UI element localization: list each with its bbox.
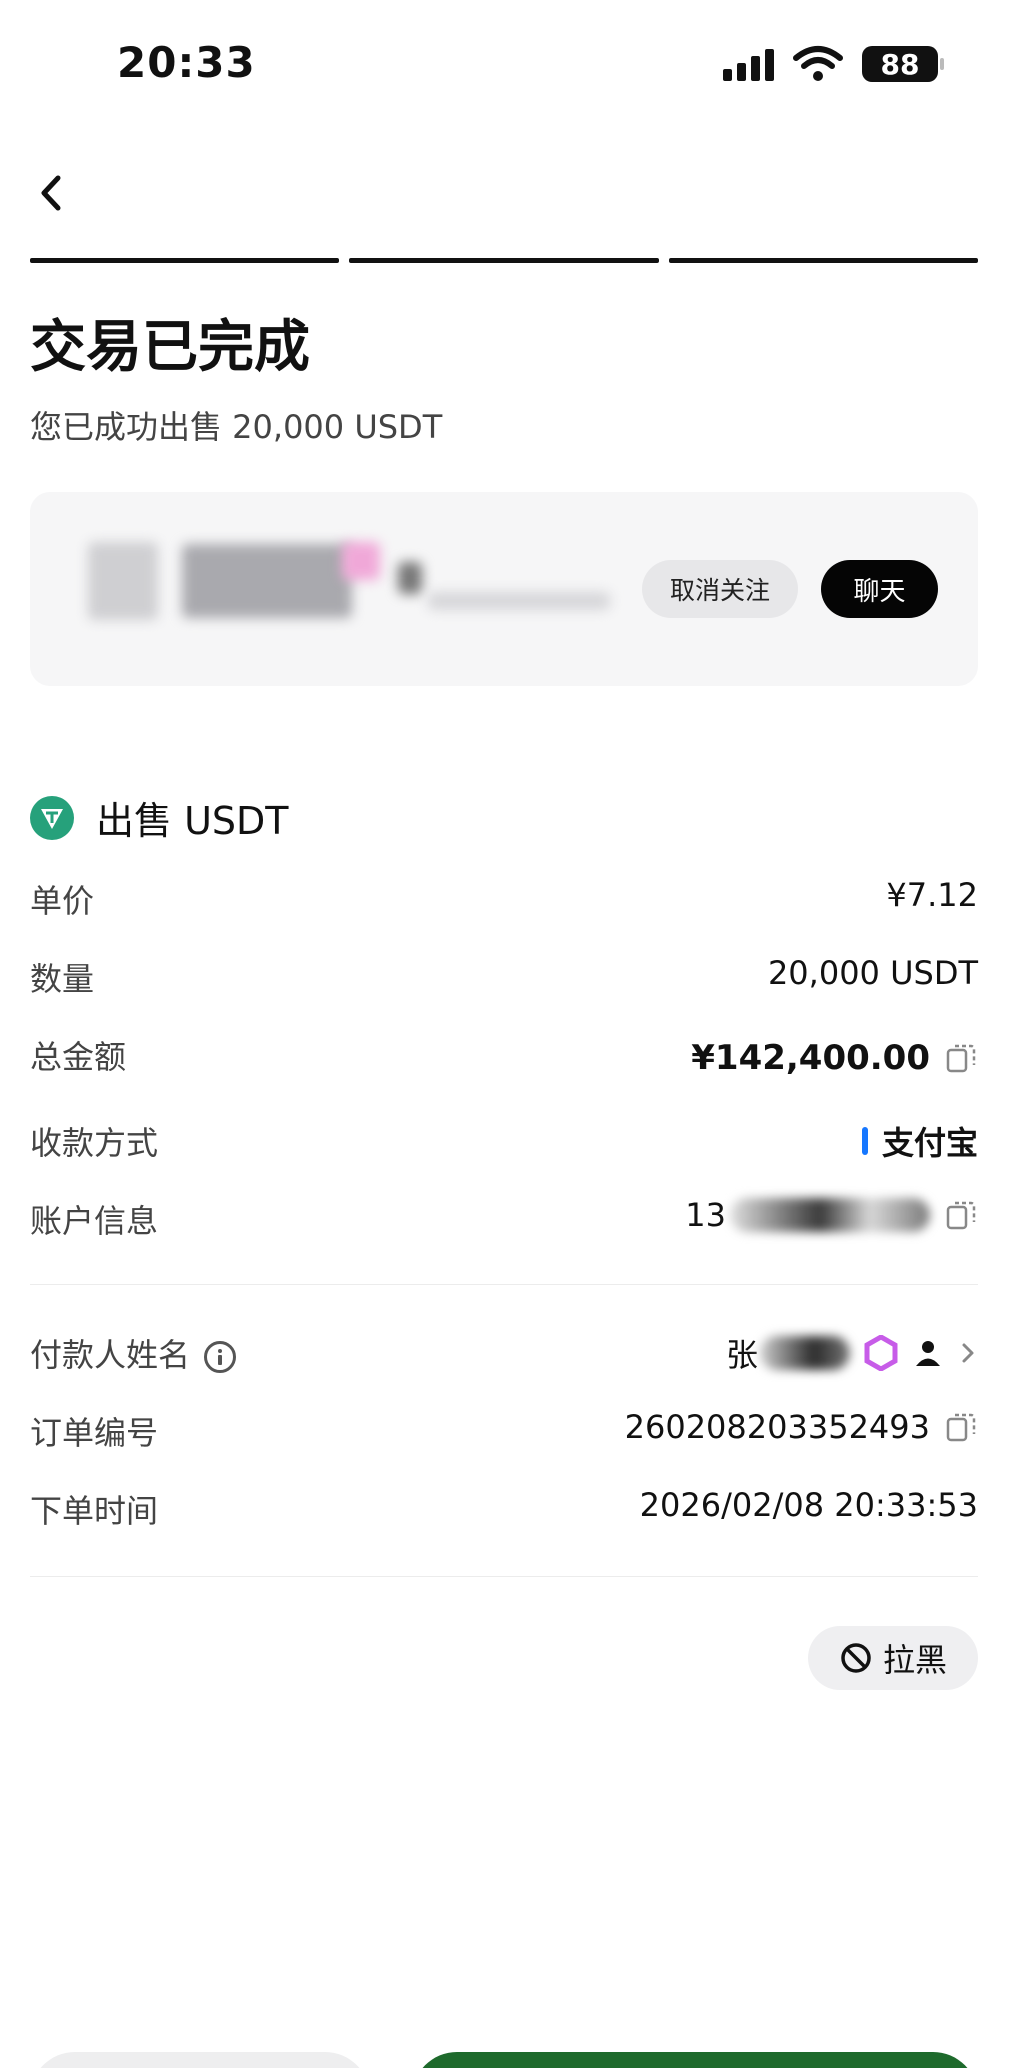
account-number-obscured — [730, 1198, 930, 1232]
wifi-icon — [793, 46, 843, 81]
status-bar: 20:33 88 — [0, 0, 1014, 130]
payment-method-value: 支付宝 — [861, 1118, 978, 1164]
back-arrow-icon[interactable] — [32, 168, 72, 218]
copy-icon[interactable] — [944, 1041, 978, 1075]
block-icon — [841, 1643, 871, 1673]
order-time-value: 2026/02/08 20:33:53 — [640, 1486, 978, 1524]
order-section-header: 出售 USDT — [30, 790, 289, 845]
cellular-signal-icon — [723, 47, 774, 81]
chat-button[interactable]: 聊天 — [821, 560, 938, 618]
verified-badge-icon — [864, 1335, 898, 1371]
status-icons: 88 — [723, 44, 944, 84]
section-divider — [30, 1576, 978, 1577]
payment-method-text: 支付宝 — [881, 1124, 978, 1162]
secondary-action-button[interactable] — [30, 2052, 370, 2068]
payer-name-obscured — [760, 1336, 850, 1370]
order-number-row: 订单编号 260208203352493 — [30, 1408, 978, 1458]
alipay-indicator-icon — [861, 1127, 868, 1155]
counterparty-card[interactable]: 取消关注 聊天 — [30, 492, 978, 686]
status-time: 20:33 — [117, 38, 256, 87]
unfollow-button[interactable]: 取消关注 — [642, 560, 798, 618]
account-info-row: 账户信息 13 — [30, 1196, 978, 1246]
progress-step — [349, 258, 659, 263]
chevron-right-icon — [962, 1343, 974, 1363]
quantity-text: 20,000 USDT — [767, 954, 978, 992]
primary-action-button[interactable] — [412, 2052, 978, 2068]
merchant-name-obscured — [182, 544, 352, 618]
payment-method-row: 收款方式 支付宝 — [30, 1118, 978, 1168]
copy-icon[interactable] — [944, 1198, 978, 1232]
unit-price-label: 单价 — [30, 882, 95, 920]
page-title: 交易已完成 — [30, 315, 310, 380]
total-amount-value: ¥142,400.00 — [691, 1038, 978, 1078]
payer-name-value: 张 — [726, 1330, 978, 1376]
payment-method-label: 收款方式 — [30, 1124, 159, 1162]
user-icon — [916, 1341, 940, 1366]
order-number-value: 260208203352493 — [625, 1408, 978, 1446]
order-time-text: 2026/02/08 20:33:53 — [639, 1486, 978, 1524]
progress-step — [30, 258, 340, 263]
quantity-value: 20,000 USDT — [768, 954, 978, 992]
unit-price-row: 单价 ¥7.12 — [30, 876, 978, 926]
order-section-title: 出售 USDT — [96, 799, 289, 843]
quantity-row: 数量 20,000 USDT — [30, 954, 978, 1004]
account-info-text: 13 — [685, 1196, 726, 1234]
quantity-label: 数量 — [30, 960, 95, 998]
copy-icon[interactable] — [944, 1410, 978, 1444]
info-icon[interactable] — [204, 1341, 237, 1373]
order-number-label: 订单编号 — [30, 1414, 159, 1452]
unit-price-value: ¥7.12 — [886, 876, 978, 914]
payer-name-row[interactable]: 付款人姓名 张 — [30, 1330, 978, 1380]
merchant-badge-obscured — [398, 562, 422, 594]
page-subtitle: 您已成功出售 20,000 USDT — [30, 408, 443, 446]
progress-steps — [30, 258, 978, 263]
progress-step — [668, 258, 978, 263]
payer-name-label-text: 付款人姓名 — [30, 1336, 191, 1374]
account-info-label: 账户信息 — [30, 1202, 159, 1240]
usdt-icon — [30, 795, 74, 840]
battery-icon: 88 — [862, 46, 944, 82]
payer-name-label: 付款人姓名 — [30, 1330, 237, 1376]
order-time-row: 下单时间 2026/02/08 20:33:53 — [30, 1486, 978, 1536]
total-amount-label: 总金额 — [30, 1038, 127, 1076]
unit-price-text: ¥7.12 — [886, 876, 978, 914]
order-number-text: 260208203352493 — [624, 1408, 930, 1446]
merchant-badge-obscured — [342, 542, 380, 580]
avatar — [88, 542, 158, 620]
payer-name-text: 张 — [725, 1336, 758, 1374]
merchant-stats-obscured — [428, 592, 610, 610]
block-user-label: 拉黑 — [882, 1641, 947, 1679]
total-amount-row: 总金额 ¥142,400.00 — [30, 1032, 978, 1082]
battery-level: 88 — [880, 47, 920, 81]
total-amount-text: ¥142,400.00 — [691, 1038, 930, 1078]
block-user-button[interactable]: 拉黑 — [808, 1626, 978, 1690]
account-info-value: 13 — [685, 1196, 978, 1234]
section-divider — [30, 1284, 978, 1285]
order-time-label: 下单时间 — [30, 1492, 159, 1530]
